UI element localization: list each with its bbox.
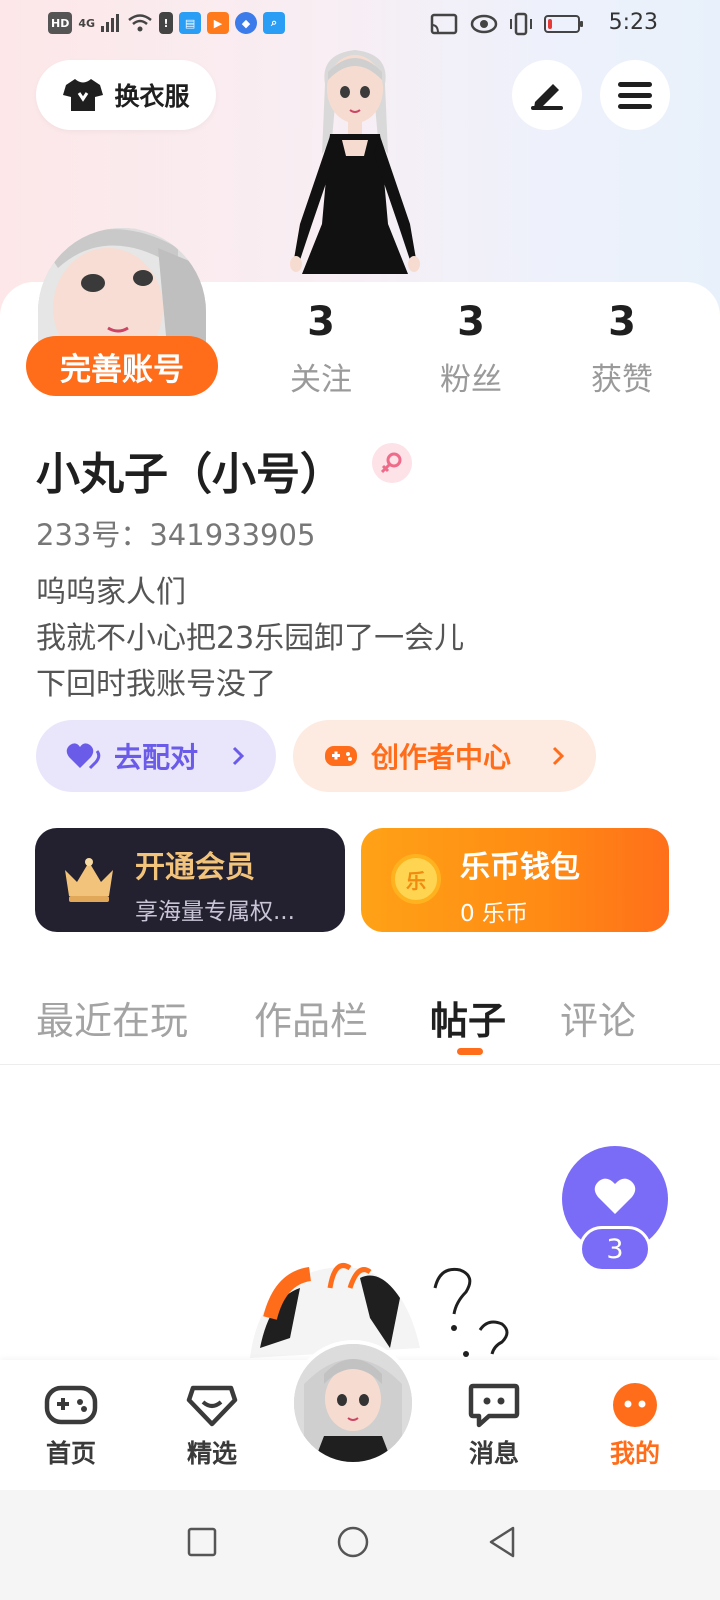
female-gender-icon: [372, 443, 412, 483]
stat-followers[interactable]: 3 粉丝: [411, 296, 531, 399]
recent-apps-button[interactable]: [172, 1512, 232, 1572]
match-button[interactable]: 去配对: [36, 720, 276, 792]
eye-icon: [470, 14, 498, 34]
crown-icon: [65, 858, 113, 902]
coin-title: 乐币钱包: [460, 850, 580, 885]
browser-app-icon: ◆: [235, 12, 258, 34]
video-app-icon: ▶: [207, 12, 230, 34]
tab-comments[interactable]: 评论: [560, 990, 636, 1045]
avatar-portrait: [294, 1344, 412, 1462]
home-button[interactable]: [323, 1512, 383, 1572]
user-id: 233号：341933905: [36, 518, 316, 552]
complete-account-button[interactable]: 完善账号: [26, 336, 218, 396]
edit-profile-button[interactable]: [512, 60, 582, 130]
coin-wallet-card[interactable]: 乐 乐币钱包 0 乐币: [361, 828, 669, 932]
tshirt-icon: [63, 79, 104, 111]
search-app-icon: ⌕: [263, 12, 286, 34]
bio: 呜呜家人们 我就不小心把23乐园卸了一会儿 下回时我账号没了: [36, 570, 464, 708]
heart-chat-icon: [186, 1385, 238, 1427]
change-outfit-label: 换衣服: [114, 82, 190, 111]
circle-icon: [337, 1526, 369, 1558]
nav-label: 消息: [468, 1439, 519, 1468]
stat-label: 关注: [290, 362, 352, 398]
menu-button[interactable]: [600, 60, 670, 130]
gamepad-icon: [44, 1385, 98, 1425]
nav-featured[interactable]: 精选: [157, 1382, 267, 1470]
heart-icon: [66, 743, 101, 770]
pen-icon: [531, 84, 563, 110]
bio-line: 呜呜家人们: [36, 575, 186, 610]
status-bar: HD 4G ! ▤ ▶ ◆ ⌕ 5:23: [0, 0, 720, 48]
cast-icon: [430, 13, 458, 35]
coin-icon: 乐: [391, 854, 441, 904]
stat-following[interactable]: 3 关注: [261, 296, 381, 399]
battery-icon: [544, 15, 583, 33]
nav-me[interactable]: 我的: [580, 1382, 690, 1470]
gamepad-icon: [325, 746, 357, 766]
like-count-badge: 3: [579, 1226, 651, 1272]
vibrate-icon: [510, 12, 532, 36]
tab-posts[interactable]: 帖子: [430, 990, 506, 1045]
username: 小丸子（小号）: [36, 449, 344, 500]
match-label: 去配对: [114, 741, 199, 774]
bio-line: 我就不小心把23乐园卸了一会儿: [36, 621, 465, 656]
chevron-right-icon: [552, 746, 565, 766]
hamburger-menu-icon: [618, 82, 652, 109]
nav-home[interactable]: 首页: [16, 1382, 126, 1470]
book-app-icon: ▤: [179, 12, 202, 34]
nav-label: 精选: [186, 1439, 237, 1468]
chevron-right-icon: [232, 746, 245, 766]
heart-icon: [594, 1178, 636, 1214]
tab-works[interactable]: 作品栏: [254, 990, 368, 1045]
stat-value: 3: [307, 299, 335, 345]
back-button[interactable]: [472, 1512, 532, 1572]
notification-icon: !: [159, 12, 174, 34]
me-face-icon: [613, 1383, 657, 1427]
bio-line: 下回时我账号没了: [36, 667, 276, 702]
avatar-figure: [290, 50, 420, 274]
back-triangle-icon: [489, 1526, 515, 1558]
content-tabs: 最近在玩 作品栏 帖子 评论: [0, 990, 720, 1065]
network-badge: 4G: [78, 16, 96, 30]
coin-balance: 0 乐币: [460, 901, 528, 927]
vip-subtitle: 享海量专属权...: [135, 899, 295, 925]
square-icon: [187, 1527, 217, 1557]
nav-label: 我的: [609, 1439, 660, 1468]
stat-label: 获赞: [591, 362, 653, 398]
message-bubble-icon: [468, 1383, 520, 1428]
stat-likes[interactable]: 3 获赞: [562, 296, 682, 399]
vip-title: 开通会员: [135, 850, 255, 885]
creator-center-button[interactable]: 创作者中心: [293, 720, 596, 792]
tab-indicator: [457, 1048, 483, 1055]
nav-messages[interactable]: 消息: [439, 1382, 549, 1470]
clock: 5:23: [608, 10, 658, 35]
wifi-icon: [128, 14, 152, 32]
stat-value: 3: [608, 299, 636, 345]
hd-badge: HD: [48, 12, 73, 34]
nav-label: 首页: [45, 1439, 96, 1468]
stat-label: 粉丝: [440, 362, 502, 398]
system-navigation-bar: [0, 1490, 720, 1600]
creator-center-label: 创作者中心: [371, 741, 512, 774]
signal-icon: [101, 14, 120, 32]
tab-recently-played[interactable]: 最近在玩: [36, 990, 188, 1045]
vip-membership-card[interactable]: 开通会员 享海量专属权...: [35, 828, 345, 932]
center-avatar-button[interactable]: [290, 1340, 416, 1466]
stat-value: 3: [457, 299, 485, 345]
change-outfit-button[interactable]: 换衣服: [36, 60, 216, 130]
